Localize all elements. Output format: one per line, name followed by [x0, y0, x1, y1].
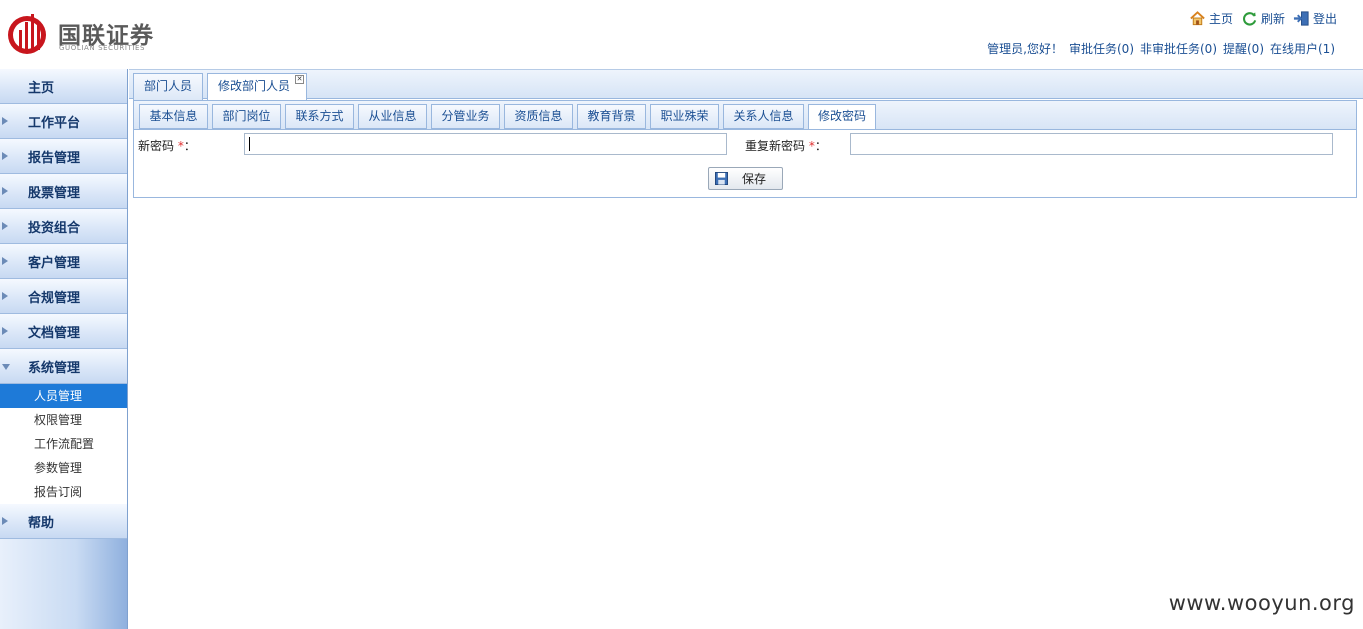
submenu-item-parameters[interactable]: 参数管理	[0, 456, 127, 480]
sidebar-item-compliance[interactable]: 合规管理	[0, 279, 127, 314]
submenu-item-personnel[interactable]: 人员管理	[0, 384, 127, 408]
sidebar-item-label: 股票管理	[28, 185, 81, 201]
online-users-link[interactable]: 在线用户(1)	[1270, 40, 1335, 57]
logout-link[interactable]: 登出	[1293, 10, 1337, 27]
tab-edit-department-personnel[interactable]: 修改部门人员 ✕	[207, 73, 307, 101]
sidebar-item-home[interactable]: 主页	[0, 69, 127, 104]
tab-education[interactable]: 教育背景	[577, 104, 646, 129]
logout-icon	[1293, 10, 1309, 26]
system-management-submenu: 人员管理 权限管理 工作流配置 参数管理 报告订阅	[0, 384, 127, 504]
expand-arrow-icon	[2, 222, 8, 230]
guolian-logo-mark-icon	[8, 14, 46, 54]
sidebar-item-label: 报告管理	[28, 150, 81, 166]
new-password-label: 新密码 *：	[138, 137, 196, 154]
expand-arrow-icon	[2, 117, 8, 125]
header: 国联证券 GUOLIAN SECURITIES 主页 刷新 登出 管理员,您好！…	[0, 0, 1363, 69]
watermark: www.wooyun.org	[1168, 591, 1355, 615]
expand-arrow-icon	[2, 187, 8, 195]
sidebar-item-label: 系统管理	[28, 360, 81, 376]
page-tab-bar: 部门人员 修改部门人员 ✕	[129, 69, 1363, 101]
sidebar-item-customer-management[interactable]: 客户管理	[0, 244, 127, 279]
submenu-item-report-subscription[interactable]: 报告订阅	[0, 480, 127, 504]
approval-tasks-link[interactable]: 审批任务(0)	[1069, 40, 1134, 57]
new-password-input[interactable]	[244, 133, 727, 155]
user-status-bar: 管理员,您好！ 审批任务(0) 非审批任务(0) 提醒(0) 在线用户(1)	[987, 40, 1335, 57]
home-link-label: 主页	[1208, 11, 1233, 26]
tab-related-persons[interactable]: 关系人信息	[723, 104, 804, 129]
sidebar-item-label: 工作平台	[28, 115, 81, 131]
expand-arrow-icon	[2, 292, 8, 300]
top-links: 主页 刷新 登出	[1189, 9, 1337, 27]
tab-department-position[interactable]: 部门岗位	[212, 104, 281, 129]
tab-change-password[interactable]: 修改密码	[808, 104, 876, 130]
expand-arrow-icon	[2, 257, 8, 265]
repeat-password-input[interactable]	[850, 133, 1333, 155]
detail-tab-bar: 基本信息 部门岗位 联系方式 从业信息 分管业务 资质信息 教育背景 职业殊荣 …	[134, 101, 1356, 130]
sidebar-item-label: 文档管理	[28, 325, 81, 341]
refresh-icon	[1243, 11, 1257, 26]
tab-department-personnel[interactable]: 部门人员	[133, 73, 203, 100]
save-button[interactable]: 保存	[708, 167, 783, 190]
tab-business-in-charge[interactable]: 分管业务	[431, 104, 500, 129]
sidebar-item-label: 合规管理	[28, 290, 81, 306]
logo-english-text: GUOLIAN SECURITIES	[59, 44, 146, 52]
tab-qualifications[interactable]: 资质信息	[504, 104, 573, 129]
sidebar-item-portfolio[interactable]: 投资组合	[0, 209, 127, 244]
sidebar-item-label: 帮助	[28, 515, 55, 531]
non-approval-tasks-link[interactable]: 非审批任务(0)	[1140, 40, 1217, 57]
label-colon: ：	[814, 139, 827, 153]
sidebar-item-system-management[interactable]: 系统管理	[0, 349, 127, 384]
tab-contact[interactable]: 联系方式	[285, 104, 354, 129]
tab-career-honors[interactable]: 职业殊荣	[650, 104, 719, 129]
expand-arrow-icon	[2, 517, 8, 525]
refresh-link[interactable]: 刷新	[1241, 10, 1285, 27]
label-colon: ：	[183, 139, 196, 153]
user-greeting: 管理员,您好！	[987, 42, 1063, 56]
tab-basic-info[interactable]: 基本信息	[139, 104, 208, 129]
sidebar-item-label: 主页	[28, 80, 55, 96]
tab-label: 部门人员	[144, 79, 193, 93]
save-button-label: 保存	[742, 172, 767, 186]
repeat-password-label: 重复新密码 *：	[745, 137, 827, 154]
reminders-link[interactable]: 提醒(0)	[1223, 40, 1264, 57]
text-cursor	[249, 137, 250, 151]
submenu-item-permissions[interactable]: 权限管理	[0, 408, 127, 432]
sidebar-item-work-platform[interactable]: 工作平台	[0, 104, 127, 139]
save-disk-icon	[715, 172, 728, 185]
sidebar-item-label: 投资组合	[28, 220, 81, 236]
refresh-link-label: 刷新	[1260, 11, 1285, 26]
main-content: 部门人员 修改部门人员 ✕ 基本信息 部门岗位 联系方式 从业信息 分管业务 资…	[129, 69, 1363, 629]
expand-arrow-icon	[2, 327, 8, 335]
close-icon[interactable]: ✕	[295, 75, 304, 84]
sidebar-item-help[interactable]: 帮助	[0, 504, 127, 539]
repeat-password-label-text: 重复新密码	[745, 139, 806, 153]
sidebar: 主页 工作平台 报告管理 股票管理 投资组合 客户管理 合规管理 文档管理 系统…	[0, 69, 128, 629]
collapse-arrow-icon	[2, 364, 10, 370]
sidebar-item-documents[interactable]: 文档管理	[0, 314, 127, 349]
new-password-label-text: 新密码	[138, 139, 175, 153]
home-link[interactable]: 主页	[1189, 10, 1233, 27]
edit-panel: 基本信息 部门岗位 联系方式 从业信息 分管业务 资质信息 教育背景 职业殊荣 …	[133, 100, 1357, 198]
tab-label: 修改部门人员	[218, 79, 291, 93]
submenu-item-workflow-config[interactable]: 工作流配置	[0, 432, 127, 456]
sidebar-item-report-management[interactable]: 报告管理	[0, 139, 127, 174]
expand-arrow-icon	[2, 152, 8, 160]
home-icon	[1190, 10, 1205, 25]
logout-link-label: 登出	[1312, 11, 1337, 26]
tab-practice-info[interactable]: 从业信息	[358, 104, 427, 129]
company-logo: 国联证券 GUOLIAN SECURITIES	[6, 10, 176, 58]
sidebar-item-stock-management[interactable]: 股票管理	[0, 174, 127, 209]
sidebar-item-label: 客户管理	[28, 255, 81, 271]
